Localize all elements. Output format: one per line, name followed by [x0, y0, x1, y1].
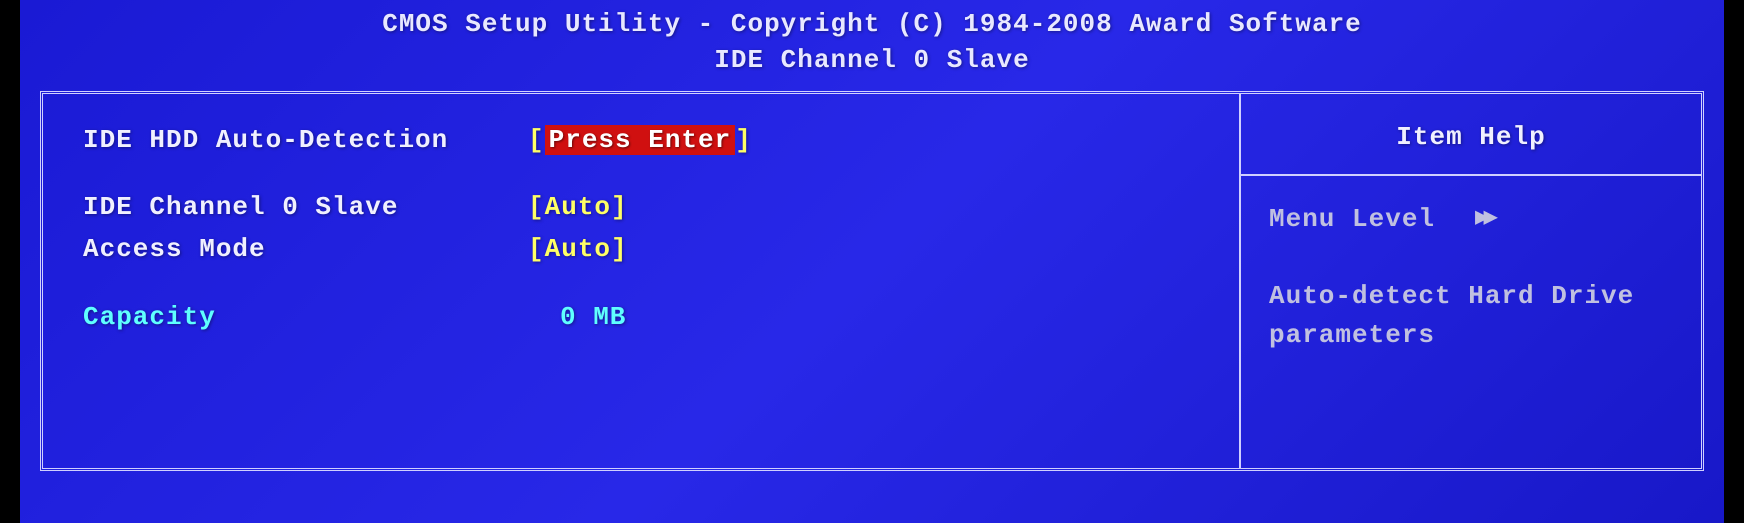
menu-level-label: Menu Level — [1269, 200, 1435, 239]
help-header: Item Help — [1241, 94, 1701, 176]
capacity-row: Capacity 0 MB — [83, 299, 1199, 337]
capacity-label: Capacity — [83, 299, 528, 337]
main-content-box: IDE HDD Auto-Detection [Press Enter] IDE… — [40, 91, 1704, 471]
channel-slave-label: IDE Channel 0 Slave — [83, 189, 528, 227]
auto-detection-label: IDE HDD Auto-Detection — [83, 122, 528, 160]
capacity-value: 0 MB — [528, 299, 626, 337]
auto-value: Auto — [545, 192, 611, 222]
bracket-close: ] — [735, 125, 752, 155]
menu-level-row: Menu Level ▶▶ — [1269, 200, 1673, 239]
bracket-open: [ — [528, 125, 545, 155]
help-description: Auto-detect Hard Drive parameters — [1269, 277, 1673, 355]
auto-detection-row[interactable]: IDE HDD Auto-Detection [Press Enter] — [83, 122, 1199, 160]
channel-slave-value: [Auto] — [528, 189, 628, 227]
auto-detection-value: [Press Enter] — [528, 122, 752, 160]
press-enter-value: Press Enter — [545, 125, 736, 155]
help-body: Menu Level ▶▶ Auto-detect Hard Drive par… — [1241, 176, 1701, 379]
access-mode-row[interactable]: Access Mode [Auto] — [83, 231, 1199, 269]
bracket-open: [ — [528, 234, 545, 264]
bracket-close: ] — [611, 234, 628, 264]
header-title: CMOS Setup Utility - Copyright (C) 1984-… — [20, 6, 1724, 42]
access-mode-label: Access Mode — [83, 231, 528, 269]
bios-setup-screen: CMOS Setup Utility - Copyright (C) 1984-… — [20, 0, 1724, 523]
settings-panel: IDE HDD Auto-Detection [Press Enter] IDE… — [43, 94, 1241, 468]
bios-header: CMOS Setup Utility - Copyright (C) 1984-… — [20, 0, 1724, 91]
help-panel: Item Help Menu Level ▶▶ Auto-detect Hard… — [1241, 94, 1701, 468]
channel-slave-row[interactable]: IDE Channel 0 Slave [Auto] — [83, 189, 1199, 227]
auto-value: Auto — [545, 234, 611, 264]
spacer — [83, 273, 1199, 299]
spacer — [83, 163, 1199, 189]
access-mode-value: [Auto] — [528, 231, 628, 269]
bracket-close: ] — [611, 192, 628, 222]
bracket-open: [ — [528, 192, 545, 222]
header-subtitle: IDE Channel 0 Slave — [20, 42, 1724, 78]
menu-level-indicator-icon: ▶▶ — [1475, 201, 1492, 237]
